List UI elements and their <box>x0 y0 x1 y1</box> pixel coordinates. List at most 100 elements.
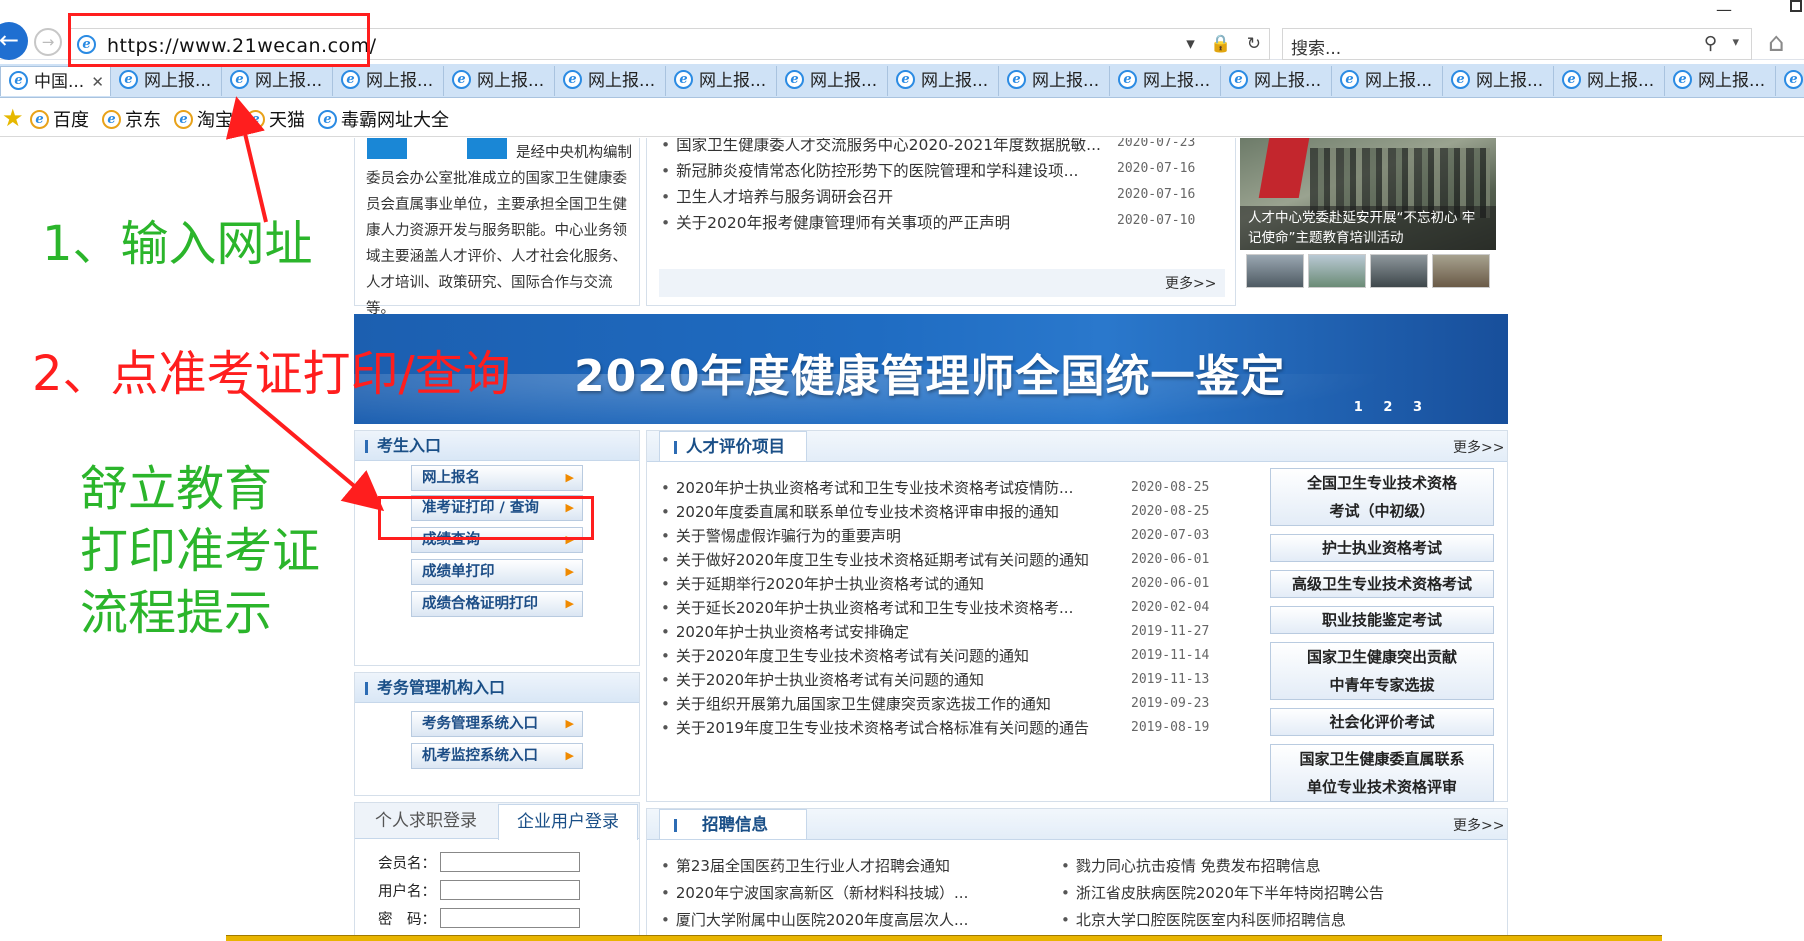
talent-eval-item[interactable]: • 关于警惕虚假诈骗行为的重要声明 <box>661 525 901 546</box>
talent-eval-title[interactable]: 关于组织开展第九届国家卫生健康突贡家选拔工作的通知 <box>676 695 1051 713</box>
hero-banner[interactable]: 2020年度健康管理师全国统一鉴定 1 2 3 <box>354 314 1508 424</box>
tab-recruit[interactable]: 招聘信息 <box>659 809 807 839</box>
browser-tab[interactable]: e新 <box>1776 66 1804 96</box>
recruit-title[interactable]: 第23届全国医药卫生行业人才招聘会通知 <box>676 857 950 875</box>
candidate-button[interactable]: 网上报名 ▶ <box>411 465 583 491</box>
category-button[interactable]: 国家卫生健康突出贡献 中青年专家选拔 <box>1270 642 1494 700</box>
search-input[interactable]: 搜索... ⚲ ▾ <box>1282 28 1752 60</box>
browser-tab[interactable]: e 网上报... <box>333 66 444 96</box>
photo-thumb[interactable] <box>1308 254 1366 288</box>
recruit-title[interactable]: 浙江省皮肤病医院2020年下半年特岗招聘公告 <box>1076 884 1384 902</box>
news-item[interactable]: • 关于2020年报考健康管理师有关事项的严正声明 <box>661 211 1010 233</box>
browser-tab[interactable]: e 网上报... <box>1554 66 1665 96</box>
talent-eval-title[interactable]: 关于做好2020年度卫生专业技术资格延期考试有关问题的通知 <box>676 551 1089 569</box>
talent-eval-more-link[interactable]: 更多>> <box>1453 437 1504 457</box>
photo-thumb[interactable] <box>1432 254 1490 288</box>
news-title[interactable]: 国家卫生健康委人才交流服务中心2020-2021年度数据脱敏... <box>676 138 1101 154</box>
refresh-icon[interactable]: ↻ <box>1247 34 1261 54</box>
recruit-item[interactable]: • 北京大学口腔医院医室内科医师招聘信息 <box>1061 909 1346 930</box>
category-button[interactable]: 高级卫生专业技术资格考试 <box>1270 570 1494 598</box>
photo-thumb[interactable] <box>1246 254 1304 288</box>
talent-eval-title[interactable]: 关于警惕虚假诈骗行为的重要声明 <box>676 527 901 545</box>
news-more-link[interactable]: 更多>> <box>1165 273 1216 293</box>
browser-tab[interactable]: e 网上报... <box>999 66 1110 96</box>
talent-eval-item[interactable]: • 2020年护士执业资格考试和卫生专业技术资格考试疫情防... <box>661 477 1073 498</box>
banner-dot[interactable]: 2 <box>1383 400 1392 415</box>
talent-eval-item[interactable]: • 关于做好2020年度卫生专业技术资格延期考试有关问题的通知 <box>661 549 1089 570</box>
talent-eval-title[interactable]: 关于延期举行2020年护士执业资格考试的通知 <box>676 575 984 593</box>
recruit-title[interactable]: 厦门大学附属中山医院2020年度高层次人... <box>676 911 968 929</box>
browser-tab[interactable]: e 网上报... <box>666 66 777 96</box>
candidate-button[interactable]: 成绩合格证明打印 ▶ <box>411 591 583 617</box>
recruit-item[interactable]: • 2020年宁波国家高新区（新材料科技城）... <box>661 882 968 903</box>
fav-duba[interactable]: e 毒霸网址大全 <box>318 106 449 132</box>
browser-tab[interactable]: e 网上报... <box>777 66 888 96</box>
browser-tab[interactable]: e 网上报... <box>111 66 222 96</box>
talent-eval-item[interactable]: • 2020年护士执业资格考试安排确定 <box>661 621 909 642</box>
talent-eval-item[interactable]: • 关于2019年度卫生专业技术资格考试合格标准有关问题的通告 <box>661 717 1089 738</box>
recruit-item[interactable]: • 第23届全国医药卫生行业人才招聘会通知 <box>661 855 950 876</box>
talent-eval-item[interactable]: • 关于延期举行2020年护士执业资格考试的通知 <box>661 573 984 594</box>
recruit-item[interactable]: • 浙江省皮肤病医院2020年下半年特岗招聘公告 <box>1061 882 1384 903</box>
close-tab-icon[interactable]: ✕ <box>91 67 104 96</box>
browser-tab[interactable]: e 网上报... <box>1443 66 1554 96</box>
candidate-button[interactable]: 成绩单打印 ▶ <box>411 559 583 585</box>
news-item[interactable]: • 新冠肺炎疫情常态化防控形势下的医院管理和学科建设项... <box>661 159 1078 181</box>
news-photo[interactable]: 人才中心党委赴延安开展“不忘初心 牢记使命”主题教育培训活动 <box>1240 138 1496 250</box>
category-button[interactable]: 社会化评价考试 <box>1270 708 1494 736</box>
news-title[interactable]: 卫生人才培养与服务调研会召开 <box>676 188 893 206</box>
talent-eval-title[interactable]: 关于2019年度卫生专业技术资格考试合格标准有关问题的通告 <box>676 719 1089 737</box>
dropdown-icon[interactable]: ▾ <box>1186 34 1195 54</box>
home-icon[interactable]: ⌂ <box>1768 28 1785 58</box>
recruit-title[interactable]: 戮力同心抗击疫情 免费发布招聘信息 <box>1076 857 1321 875</box>
browser-tab[interactable]: e 网上报... <box>1110 66 1221 96</box>
lock-icon[interactable]: 🔒 <box>1210 34 1231 54</box>
recruit-title[interactable]: 2020年宁波国家高新区（新材料科技城）... <box>676 884 968 902</box>
browser-tab[interactable]: e 网上报... <box>444 66 555 96</box>
talent-eval-item[interactable]: • 关于2020年护士执业资格考试有关问题的通知 <box>661 669 984 690</box>
fav-tmall[interactable]: e 天猫 <box>246 106 305 132</box>
recruit-item[interactable]: • 戮力同心抗击疫情 免费发布招聘信息 <box>1061 855 1321 876</box>
search-dropdown-icon[interactable]: ▾ <box>1732 35 1739 50</box>
talent-eval-title[interactable]: 关于延长2020年护士执业资格考试和卫生专业技术资格考... <box>676 599 1073 617</box>
admin-button[interactable]: 机考监控系统入口 ▶ <box>411 743 583 769</box>
recruit-more-link[interactable]: 更多>> <box>1453 815 1504 835</box>
talent-eval-item[interactable]: • 关于2020年度卫生专业技术资格考试有关问题的通知 <box>661 645 1029 666</box>
talent-eval-item[interactable]: • 2020年度委直属和联系单位专业技术资格评审申报的通知 <box>661 501 1059 522</box>
tab-talent-eval[interactable]: 人才评价项目 <box>659 431 807 461</box>
talent-eval-title[interactable]: 关于2020年护士执业资格考试有关问题的通知 <box>676 671 984 689</box>
banner-dot[interactable]: 1 <box>1354 400 1363 415</box>
photo-thumb[interactable] <box>1370 254 1428 288</box>
talent-eval-item[interactable]: • 关于延长2020年护士执业资格考试和卫生专业技术资格考... <box>661 597 1073 618</box>
fav-taobao[interactable]: e 淘宝 <box>174 106 233 132</box>
minimize-icon[interactable]: — <box>1716 0 1732 19</box>
recruit-item[interactable]: • 厦门大学附属中山医院2020年度高层次人... <box>661 909 968 930</box>
category-button[interactable]: 职业技能鉴定考试 <box>1270 606 1494 634</box>
search-icon[interactable]: ⚲ <box>1704 33 1717 54</box>
talent-eval-title[interactable]: 2020年护士执业资格考试安排确定 <box>676 623 909 641</box>
browser-tab[interactable]: e 网上报... <box>555 66 666 96</box>
recruit-title[interactable]: 北京大学口腔医院医室内科医师招聘信息 <box>1076 911 1346 929</box>
category-button[interactable]: 国家卫生健康委直属联系 单位专业技术资格评审 <box>1270 744 1494 802</box>
browser-tab[interactable]: e 网上报... <box>1221 66 1332 96</box>
banner-dot[interactable]: 3 <box>1413 400 1422 415</box>
favorites-star-icon[interactable]: ★ <box>2 104 24 132</box>
forward-button[interactable]: → <box>34 28 62 56</box>
browser-tab[interactable]: e 网上报... <box>1665 66 1776 96</box>
maximize-icon[interactable] <box>1790 0 1802 12</box>
talent-eval-item[interactable]: • 关于组织开展第九届国家卫生健康突贡家选拔工作的通知 <box>661 693 1051 714</box>
tab-company-login[interactable]: 企业用户登录 <box>498 804 638 840</box>
news-item[interactable]: • 国家卫生健康委人才交流服务中心2020-2021年度数据脱敏... <box>661 138 1101 155</box>
talent-eval-title[interactable]: 2020年度委直属和联系单位专业技术资格评审申报的通知 <box>676 503 1059 521</box>
news-title[interactable]: 新冠肺炎疫情常态化防控形势下的医院管理和学科建设项... <box>676 162 1078 180</box>
back-button[interactable]: ← <box>0 22 28 60</box>
news-item[interactable]: • 卫生人才培养与服务调研会召开 <box>661 185 893 207</box>
admin-button[interactable]: 考务管理系统入口 ▶ <box>411 711 583 737</box>
talent-eval-title[interactable]: 关于2020年度卫生专业技术资格考试有关问题的通知 <box>676 647 1029 665</box>
password-field[interactable] <box>440 908 580 928</box>
fav-jd[interactable]: e 京东 <box>102 106 161 132</box>
browser-tab[interactable]: e 中国... ✕ <box>0 66 111 96</box>
category-button[interactable]: 全国卫生专业技术资格 考试（中初级） <box>1270 468 1494 526</box>
news-title[interactable]: 关于2020年报考健康管理师有关事项的严正声明 <box>676 214 1010 232</box>
username-field[interactable] <box>440 880 580 900</box>
